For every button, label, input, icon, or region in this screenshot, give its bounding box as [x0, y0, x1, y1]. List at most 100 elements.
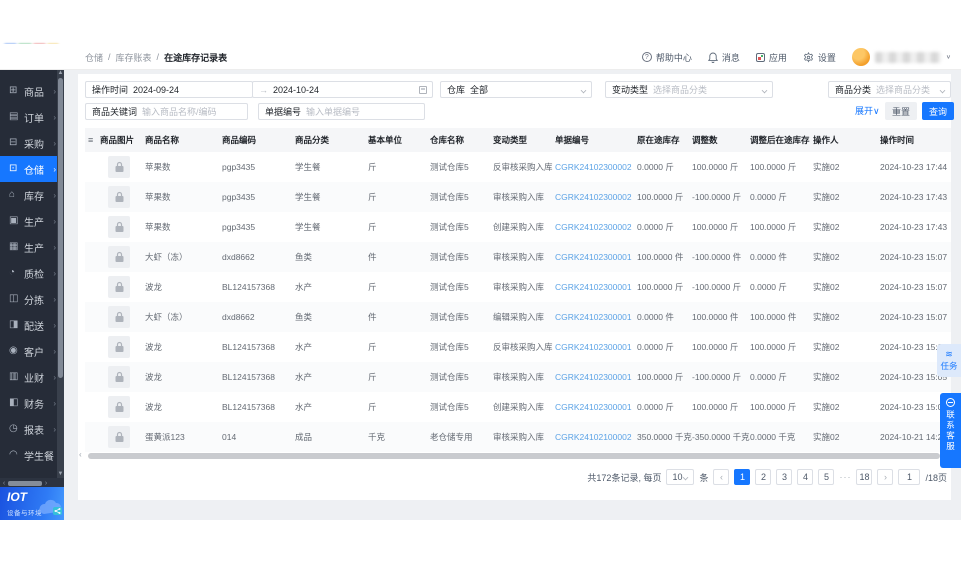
page-jump-input[interactable]: 1 [898, 469, 921, 485]
scroll-left-icon[interactable]: ‹ [0, 480, 8, 487]
sidebar-item-production[interactable]: ▣ 生产 › [0, 208, 64, 234]
chevron-right-icon: › [53, 320, 56, 330]
breadcrumb-item[interactable]: 在途库存记录表 [164, 51, 227, 64]
product-name-cell: 波龙 [145, 282, 163, 292]
table-row[interactable]: 波龙 BL124157368 水产 斤 测试仓库5 创建采购入库 CGRK241023000… [85, 392, 951, 422]
breadcrumb-item[interactable]: 库存账表 [116, 51, 152, 64]
date-from-value: 2024-09-24 [133, 84, 180, 95]
table-scroll-left-icon[interactable]: ‹ [79, 450, 82, 459]
page-button-2[interactable]: 2 [755, 469, 772, 485]
warehouse-select[interactable]: 仓库 全部 [440, 81, 592, 98]
adjustment-cell: 100.0000 斤 [692, 402, 739, 412]
scroll-up-icon[interactable]: ▲ [57, 70, 64, 77]
prev-page-button[interactable]: ‹ [713, 469, 730, 485]
scrollbar-thumb[interactable] [58, 78, 63, 378]
sidebar-item-label: 生产 [24, 217, 44, 229]
doc-no-input[interactable]: 单据编号 输入单据编号 [258, 103, 425, 120]
operation-time-cell: 2024-10-23 17:43 [880, 192, 948, 202]
doc-no-link[interactable]: CGRK24102300002 [555, 162, 637, 172]
page-button-3[interactable]: 3 [776, 469, 793, 485]
doc-no-link[interactable]: CGRK24102300001 [555, 372, 637, 382]
doc-no-link[interactable]: CGRK24102300002 [555, 192, 637, 202]
sidebar-item-delivery[interactable]: ◨ 配送 › [0, 312, 64, 338]
doc-no-link[interactable]: CGRK24102300001 [555, 342, 637, 352]
tasks-floating-button[interactable]: ≋ 任务 [937, 344, 961, 377]
page-button-4[interactable]: 4 [797, 469, 814, 485]
stock-after-cell: 100.0000 斤 [750, 162, 797, 172]
table-row[interactable]: 蛋黄派123 014 成品 千克 老仓储专用 审核采购入库 CGRK24102100002 3… [85, 422, 951, 452]
doc-no-link[interactable]: CGRK24102300001 [555, 402, 637, 412]
column-settings-icon[interactable]: ≡ [85, 135, 100, 145]
doc-no-link[interactable]: CGRK24102300001 [555, 282, 637, 292]
operator-cell: 实施02 [813, 402, 840, 412]
adjustment-cell: -100.0000 斤 [692, 282, 742, 292]
per-page-value: 10 [672, 472, 683, 482]
operator-cell: 实施02 [813, 192, 840, 202]
keyword-input[interactable]: 商品关键词 输入商品名称/编码 [85, 103, 248, 120]
product-category-cell: 鱼类 [295, 252, 313, 262]
gear-icon [803, 51, 814, 63]
operator-cell: 实施02 [813, 282, 840, 292]
chevron-right-icon: › [53, 164, 56, 174]
breadcrumb-item[interactable]: 仓储 [85, 51, 103, 64]
doc-no-link[interactable]: CGRK24102300002 [555, 222, 637, 232]
reset-button[interactable]: 重置 [885, 102, 917, 120]
sidebar-item-inventory[interactable]: ⌂ 库存 › [0, 182, 64, 208]
sidebar-item-sorting[interactable]: ◫ 分拣 › [0, 286, 64, 312]
product-category-cell: 学生餐 [295, 222, 321, 232]
table-row[interactable]: 大虾（冻） dxd8662 鱼类 件 测试仓库5 编辑采购入库 CGRK2410230000… [85, 302, 951, 332]
sidebar-item-meal[interactable]: ◠ 学生餐 [0, 442, 64, 468]
sidebar-item-finance[interactable]: ◧ 财务 › [0, 390, 64, 416]
sidebar-item-customer[interactable]: ◉ 客户 › [0, 338, 64, 364]
date-to-input[interactable]: → 2024-10-24 [252, 81, 433, 98]
scroll-down-icon[interactable]: ▼ [57, 471, 64, 478]
table-row[interactable]: 苹果数 pgp3435 学生餐 斤 测试仓库5 审核采购入库 CGRK24102300002… [85, 182, 951, 212]
table-row[interactable]: 波龙 BL124157368 水产 斤 测试仓库5 反审核采购入库 CGRK24102300… [85, 332, 951, 362]
topbar-action-gear[interactable]: 设置 [803, 51, 836, 64]
base-unit-cell: 斤 [368, 342, 377, 352]
page-button-18[interactable]: 18 [856, 469, 873, 485]
sidebar-item-orders[interactable]: ▤ 订单 › [0, 104, 64, 130]
table-row[interactable]: 苹果数 pgp3435 学生餐 斤 测试仓库5 反审核采购入库 CGRK2410230000… [85, 152, 951, 182]
doc-no-link[interactable]: CGRK24102100002 [555, 432, 637, 442]
product-code-cell: BL124157368 [222, 402, 275, 412]
customer-service-floating-button[interactable]: 联系客服 [940, 393, 961, 468]
sidebar-item-quality[interactable]: ◔ 质检 › [0, 260, 64, 286]
table-row[interactable]: 波龙 BL124157368 水产 斤 测试仓库5 审核采购入库 CGRK241023000… [85, 272, 951, 302]
topbar-action-bell[interactable]: 消息 [707, 51, 740, 64]
user-menu[interactable]: ∨ [851, 48, 951, 66]
topbar-action-help[interactable]: ? 帮助中心 [641, 51, 692, 64]
sidebar-item-report[interactable]: ◷ 报表 › [0, 416, 64, 442]
doc-no-link[interactable]: CGRK24102300001 [555, 312, 637, 322]
scrollbar-thumb[interactable] [88, 453, 940, 459]
topbar-action-apps[interactable]: 应用 [755, 51, 787, 64]
sidebar-item-warehouse[interactable]: ⊡ 仓储 › [0, 156, 64, 182]
page-button-1[interactable]: 1 [734, 469, 751, 485]
product-category-cell: 水产 [295, 342, 313, 352]
date-from-input[interactable]: 操作时间 2024-09-24 [85, 81, 253, 98]
table-horizontal-scrollbar[interactable] [85, 452, 951, 460]
change-type-select[interactable]: 变动类型 选择商品分类 [605, 81, 773, 98]
category-select[interactable]: 商品分类 选择商品分类 [828, 81, 951, 98]
next-page-button[interactable]: › [877, 469, 894, 485]
scroll-right-icon[interactable]: › [42, 480, 50, 487]
per-page-select[interactable]: 10 [666, 469, 695, 485]
base-unit-cell: 斤 [368, 192, 377, 202]
product-name-cell: 蛋黄派123 [145, 432, 185, 442]
sidebar-item-production2[interactable]: ▦ 生产 › [0, 234, 64, 260]
scrollbar-thumb[interactable] [8, 480, 42, 486]
sidebar-item-purchase[interactable]: ⊟ 采购 › [0, 130, 64, 156]
chevron-right-icon: › [53, 138, 56, 148]
table-row[interactable]: 苹果数 pgp3435 学生餐 斤 测试仓库5 创建采购入库 CGRK24102300002… [85, 212, 951, 242]
table-row[interactable]: 大虾（冻） dxd8662 鱼类 件 测试仓库5 审核采购入库 CGRK2410230000… [85, 242, 951, 272]
sidebar-item-bizfinance[interactable]: ▥ 业财 › [0, 364, 64, 390]
iot-banner[interactable]: IOT 设备与环境 [0, 487, 69, 520]
table-row[interactable]: 波龙 BL124157368 水产 斤 测试仓库5 审核采购入库 CGRK241023000… [85, 362, 951, 392]
sidebar-vertical-scrollbar[interactable]: ▲ ▼ [57, 70, 64, 478]
expand-filters-link[interactable]: 展开∨ [855, 104, 880, 117]
query-button[interactable]: 查询 [922, 102, 954, 120]
sidebar-item-goods[interactable]: ⊞ 商品 › [0, 78, 64, 104]
page-button-5[interactable]: 5 [818, 469, 835, 485]
product-image-placeholder [108, 186, 130, 208]
doc-no-link[interactable]: CGRK24102300001 [555, 252, 637, 262]
